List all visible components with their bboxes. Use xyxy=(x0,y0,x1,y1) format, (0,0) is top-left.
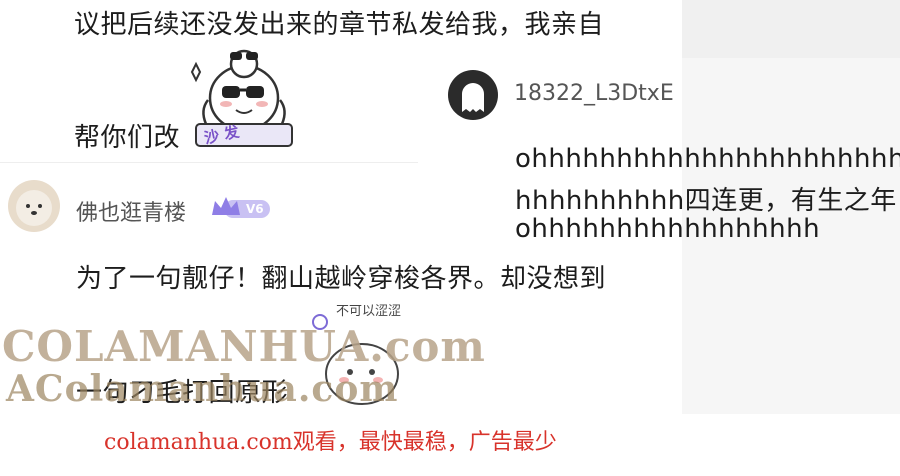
comment-top-text-line2: 帮你们改 xyxy=(74,123,181,153)
site-watermark-secondary: AColamanhua.com xyxy=(6,368,399,410)
reply-panel-top-strip xyxy=(682,0,900,58)
reply-text-line1: ohhhhhhhhhhhhhhhhhhhhhhh xyxy=(515,144,900,174)
comment-top-text-line1: 议把后续还没发出来的章节私发给我，我亲自 xyxy=(74,10,605,40)
level-label: V6 xyxy=(246,202,264,216)
comment-divider xyxy=(0,162,418,163)
reply-text-line3: ohhhhhhhhhhhhhhhhh xyxy=(515,214,821,244)
sticker-caption-small: 不可以涩涩 xyxy=(336,304,402,319)
ghost-avatar[interactable] xyxy=(448,70,498,120)
vip-level-badge: V6 xyxy=(210,195,272,221)
reply-text-line2: hhhhhhhhhh四连更，有生之年 xyxy=(515,186,897,216)
comment-username[interactable]: 佛也逛青楼 xyxy=(76,195,186,227)
site-watermark: COLAMANHUA.com xyxy=(2,322,486,371)
comment-bottom-text-line1: 为了一句靓仔！翻山越岭穿梭各界。却没想到 xyxy=(76,264,607,294)
ad-banner-text[interactable]: colamanhua.com观看，最快最稳，广告最少 xyxy=(104,424,557,456)
reply-username[interactable]: 18322_L3DtxE xyxy=(514,81,674,106)
sunglasses-sticker-image: 沙 发 xyxy=(186,38,306,150)
dog-avatar[interactable] xyxy=(8,180,60,232)
